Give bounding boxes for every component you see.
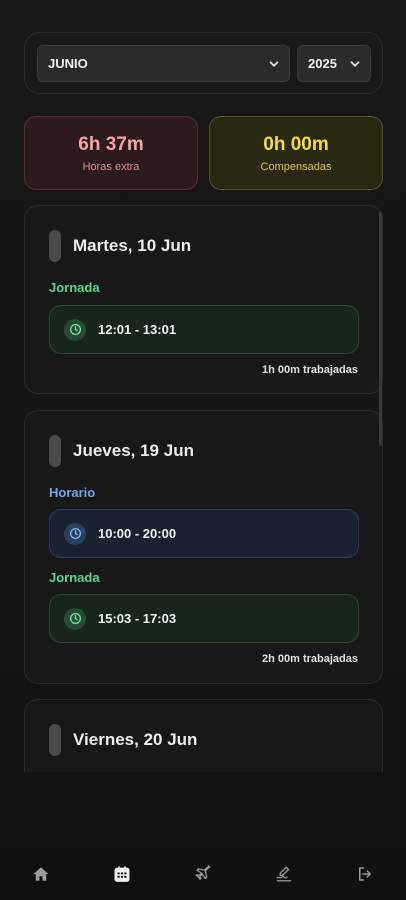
day-header: Jueves, 19 Jun <box>49 435 194 467</box>
content-scroll[interactable]: JUNIO 2025 6h 37m Horas extra 0h 00m Com… <box>0 0 406 772</box>
filter-card: JUNIO 2025 <box>24 32 383 94</box>
day-header: Viernes, 20 Jun <box>49 724 197 756</box>
year-select[interactable]: 2025 <box>297 45 371 82</box>
day-header: Martes, 10 Jun <box>49 230 191 262</box>
day-title: Jueves, 19 Jun <box>73 441 194 460</box>
compensated-summary: 0h 00m Compensadas <box>209 116 383 190</box>
jornada-label: Jornada <box>49 280 100 295</box>
signature-icon <box>276 866 292 882</box>
compensated-label: Compensadas <box>260 160 332 173</box>
overtime-label: Horas extra <box>82 160 140 173</box>
jornada-label: Jornada <box>49 570 100 585</box>
worked-hours: 2h 00m trabajadas <box>262 653 358 665</box>
jornada-slot-time: 15:03 - 17:03 <box>98 611 177 626</box>
jornada-slot[interactable]: 15:03 - 17:03 <box>49 594 359 643</box>
overtime-summary: 6h 37m Horas extra <box>24 116 198 190</box>
tab-home[interactable] <box>0 848 81 900</box>
logout-icon <box>359 867 372 881</box>
scrollbar[interactable] <box>379 212 382 446</box>
day-title: Viernes, 20 Jun <box>73 730 198 749</box>
month-select[interactable]: JUNIO <box>37 45 290 82</box>
day-card[interactable]: Viernes, 20 Jun <box>24 699 383 772</box>
tab-vacations[interactable] <box>162 848 243 900</box>
day-title: Martes, 10 Jun <box>73 236 192 255</box>
horario-slot[interactable]: 10:00 - 20:00 <box>49 509 359 558</box>
day-marker <box>49 435 61 467</box>
horario-label: Horario <box>49 485 96 500</box>
tab-calendar[interactable] <box>81 848 162 900</box>
app-screen: JUNIO 2025 6h 37m Horas extra 0h 00m Com… <box>0 0 406 900</box>
home-icon <box>33 867 49 881</box>
month-select-value: JUNIO <box>48 56 88 71</box>
horario-slot-time: 10:00 - 20:00 <box>98 526 177 541</box>
day-card[interactable]: Martes, 10 Jun Jornada 12:01 - 13:01 1h … <box>24 205 383 394</box>
day-card[interactable]: Jueves, 19 Jun Horario 10:00 - 20:00 Jor… <box>24 410 383 684</box>
tab-signatures[interactable] <box>244 848 325 900</box>
overtime-value: 6h 37m <box>78 133 144 155</box>
chevron-down-icon <box>350 61 360 67</box>
day-marker <box>49 230 61 262</box>
bottom-tab-bar <box>0 848 406 900</box>
day-marker <box>49 724 61 756</box>
clock-icon <box>64 607 86 630</box>
jornada-slot-time: 12:01 - 13:01 <box>98 322 177 337</box>
clock-icon <box>64 318 86 341</box>
clock-icon <box>64 522 86 545</box>
plane-icon <box>195 865 211 880</box>
chevron-down-icon <box>269 61 279 67</box>
year-select-value: 2025 <box>308 56 337 71</box>
worked-hours: 1h 00m trabajadas <box>262 364 358 376</box>
tab-logout[interactable] <box>325 848 406 900</box>
calendar-icon <box>114 866 130 882</box>
jornada-slot[interactable]: 12:01 - 13:01 <box>49 305 359 354</box>
compensated-value: 0h 00m <box>263 133 329 155</box>
